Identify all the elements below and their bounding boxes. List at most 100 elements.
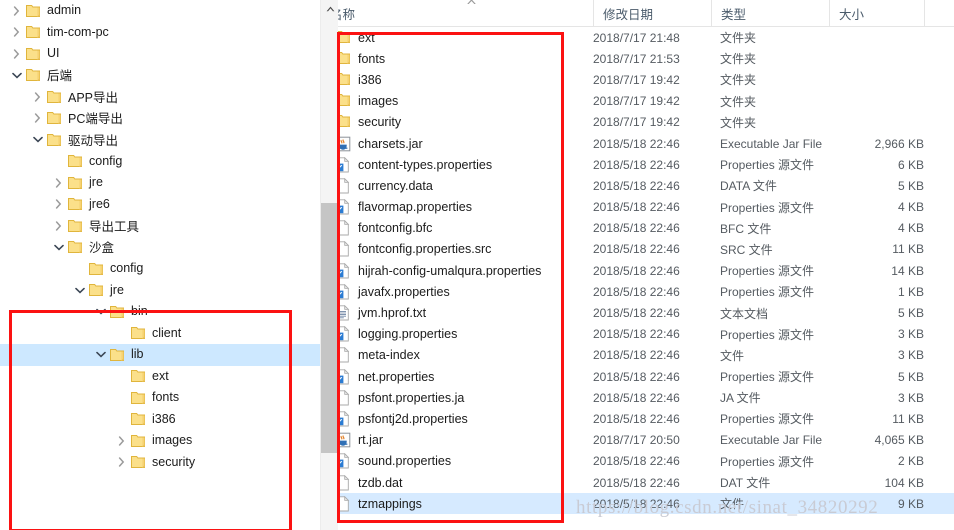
file-name-cell[interactable]: javafx.properties [335,283,450,300]
table-row[interactable]: ext 2018/7/17 21:48 文件夹 [321,27,954,48]
tree-item-bin[interactable]: bin [0,301,320,323]
file-name-cell[interactable]: rt.jar [335,432,383,448]
file-name-cell[interactable]: logging.properties [335,326,457,342]
column-header-type[interactable]: 类型 [712,0,830,27]
table-row[interactable]: fonts 2018/7/17 21:53 文件夹 [321,48,954,69]
table-row[interactable]: net.properties 2018/5/18 22:46 Properties … [321,366,954,387]
chevron-down-icon[interactable] [92,301,109,322]
tree-item-导出工具[interactable]: 导出工具 [0,215,320,237]
tree-item-i386[interactable]: i386 [0,409,320,431]
file-name-cell[interactable]: tzdb.dat [335,474,402,491]
folder-icon [88,283,104,297]
chevron-up-icon[interactable] [321,0,339,18]
tree-item-config[interactable]: config [0,151,320,173]
tree-item-jre[interactable]: jre [0,172,320,194]
table-row[interactable]: hijrah-config-umalqura.properties 2018/5/… [321,260,954,281]
table-row[interactable]: logging.properties 2018/5/18 22:46 Propert… [321,324,954,345]
chevron-right-icon[interactable] [113,430,130,451]
table-row[interactable]: sound.properties 2018/5/18 22:46 Propertie… [321,451,954,472]
tree-item-security[interactable]: security [0,452,320,474]
table-row[interactable]: javafx.properties 2018/5/18 22:46 Properti… [321,281,954,302]
table-row[interactable]: rt.jar 2018/7/17 20:50 Executable Jar File… [321,430,954,451]
file-list-pane[interactable]: 名称 修改日期 类型 大小 ext 2018/7/17 21:48 文件夹 fonts 201… [320,0,954,530]
tree-item-UI[interactable]: UI [0,43,320,65]
file-type-cell: 文件夹 [720,94,757,109]
file-name-cell[interactable]: i386 [335,72,382,88]
tree-item-后端[interactable]: 后端 [0,65,320,87]
chevron-right-icon[interactable] [29,86,46,107]
tree-item-images[interactable]: images [0,430,320,452]
chevron-right-icon[interactable] [8,22,25,43]
table-row[interactable]: i386 2018/7/17 19:42 文件夹 [321,69,954,90]
table-row[interactable]: psfont.properties.ja 2018/5/18 22:46 JA 文件… [321,387,954,408]
table-row[interactable]: flavormap.properties 2018/5/18 22:46 Prope… [321,197,954,218]
file-name-cell[interactable]: ext [335,30,375,46]
tree-item-client[interactable]: client [0,323,320,345]
table-row[interactable]: tzdb.dat 2018/5/18 22:46 DAT 文件 104 KB [321,472,954,493]
tree-item-tim-com-pc[interactable]: tim-com-pc [0,22,320,44]
chevron-right-icon[interactable] [8,0,25,21]
tree-item-驱动导出[interactable]: 驱动导出 [0,129,320,151]
tree-item-沙盒[interactable]: 沙盒 [0,237,320,259]
file-name-cell[interactable]: charsets.jar [335,136,423,152]
chevron-right-icon[interactable] [113,452,130,473]
table-row[interactable]: psfontj2d.properties 2018/5/18 22:46 Prope… [321,408,954,429]
tree-item-jre6[interactable]: jre6 [0,194,320,216]
table-row[interactable]: fontconfig.properties.src 2018/5/18 22:46… [321,239,954,260]
file-name-cell[interactable]: images [335,93,398,109]
chevron-right-icon[interactable] [50,194,67,215]
tree-no-toggle-spacer [113,387,130,408]
table-row[interactable]: charsets.jar 2018/5/18 22:46 Executable Ja… [321,133,954,154]
column-header-date[interactable]: 修改日期 [594,0,712,27]
chevron-right-icon[interactable] [50,172,67,193]
column-header-row[interactable]: 名称 修改日期 类型 大小 [321,0,954,27]
file-name-cell[interactable]: sound.properties [335,453,451,469]
chevron-down-icon[interactable] [92,344,109,365]
chevron-right-icon[interactable] [8,43,25,64]
tree-item-APP导出[interactable]: APP导出 [0,86,320,108]
chevron-down-icon[interactable] [71,280,88,301]
file-name-cell[interactable]: hijrah-config-umalqura.properties [335,262,541,279]
tree-item-fonts[interactable]: fonts [0,387,320,409]
file-rows-container[interactable]: ext 2018/7/17 21:48 文件夹 fonts 2018/7/17 21:5… [321,27,954,515]
file-name-cell[interactable]: security [335,114,401,130]
table-row[interactable]: fontconfig.bfc 2018/5/18 22:46 BFC 文件 4 KB [321,218,954,239]
column-header-size[interactable]: 大小 [830,0,925,27]
table-row[interactable]: content-types.properties 2018/5/18 22:46 P… [321,154,954,175]
tree-item-jre[interactable]: jre [0,280,320,302]
file-name-cell[interactable]: meta-index [335,347,420,363]
navigation-scrollbar[interactable] [320,0,339,530]
table-row[interactable]: security 2018/7/17 19:42 文件夹 [321,112,954,133]
file-name-cell[interactable]: fontconfig.bfc [335,220,432,236]
file-name-cell[interactable]: flavormap.properties [335,199,472,215]
chevron-down-icon[interactable] [29,129,46,150]
file-name-cell[interactable]: jvm.hprof.txt [335,305,426,321]
file-name-cell[interactable]: fontconfig.properties.src [335,241,491,257]
tree-item-lib[interactable]: lib [0,344,320,366]
table-row[interactable]: tzmappings 2018/5/18 22:46 文件 9 KB [321,493,954,515]
folder-tree[interactable]: admin tim-com-pc UI 后端 APP导出 PC端导出 驱动导出 config j… [0,0,320,473]
file-name-cell[interactable]: psfont.properties.ja [335,389,464,406]
tree-item-config[interactable]: config [0,258,320,280]
chevron-right-icon[interactable] [50,215,67,236]
chevron-right-icon[interactable] [29,108,46,129]
file-name-cell[interactable]: psfontj2d.properties [335,410,468,427]
table-row[interactable]: meta-index 2018/5/18 22:46 文件 3 KB [321,345,954,366]
tree-item-PC端导出[interactable]: PC端导出 [0,108,320,130]
file-name-cell[interactable]: tzmappings [335,495,422,512]
tree-item-ext[interactable]: ext [0,366,320,388]
chevron-down-icon[interactable] [8,65,25,86]
table-row[interactable]: images 2018/7/17 19:42 文件夹 [321,91,954,112]
file-name-label: images [358,94,399,109]
scrollbar-thumb[interactable] [321,203,339,453]
tree-item-admin[interactable]: admin [0,0,320,22]
chevron-down-icon[interactable] [50,237,67,258]
file-name-cell[interactable]: currency.data [335,177,433,194]
table-row[interactable]: currency.data 2018/5/18 22:46 DATA 文件 5 KB [321,175,954,196]
file-name-cell[interactable]: content-types.properties [335,156,492,173]
column-header-name[interactable]: 名称 [321,0,594,27]
file-name-cell[interactable]: net.properties [335,368,434,385]
navigation-pane[interactable]: admin tim-com-pc UI 后端 APP导出 PC端导出 驱动导出 config j… [0,0,320,530]
file-name-cell[interactable]: fonts [335,51,385,67]
table-row[interactable]: jvm.hprof.txt 2018/5/18 22:46 文本文档 5 KB [321,302,954,323]
